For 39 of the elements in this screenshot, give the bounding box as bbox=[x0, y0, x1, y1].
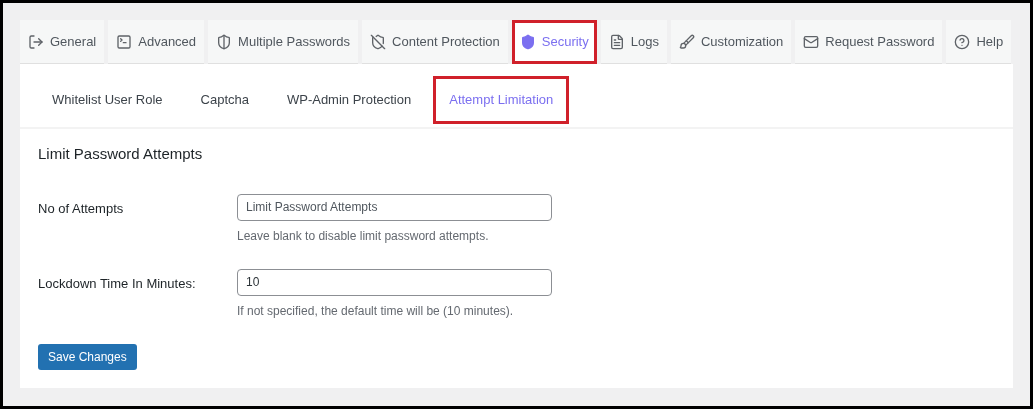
tab[interactable]: Multiple Passwords bbox=[208, 20, 359, 64]
tab-label: Content Protection bbox=[392, 32, 500, 51]
subtab[interactable]: Captcha bbox=[184, 76, 265, 124]
tab[interactable]: Help bbox=[946, 20, 1012, 64]
field-description: Leave blank to disable limit password attempts. bbox=[237, 227, 490, 245]
save-button[interactable]: Save Changes bbox=[38, 343, 137, 370]
subtab[interactable]: Whitelist User Role bbox=[36, 76, 179, 124]
shield-icon bbox=[216, 33, 233, 50]
tab-label: Logs bbox=[630, 32, 659, 51]
tab-label: Request Password bbox=[825, 32, 935, 51]
tab[interactable]: Advanced bbox=[108, 20, 205, 64]
shield-icon bbox=[519, 34, 536, 50]
document-icon bbox=[608, 33, 625, 50]
tab[interactable]: Logs bbox=[600, 20, 667, 64]
tab[interactable]: General bbox=[20, 20, 105, 64]
brush-icon bbox=[678, 33, 695, 50]
tab[interactable]: Customization bbox=[670, 20, 792, 64]
tab-label: General bbox=[50, 32, 97, 51]
tab-label: Customization bbox=[700, 32, 784, 51]
subtab[interactable]: WP-Admin Protection bbox=[270, 76, 428, 124]
tab-label: Multiple Passwords bbox=[238, 32, 351, 51]
tab[interactable]: Content Protection bbox=[362, 20, 508, 64]
exit-icon bbox=[28, 33, 44, 50]
tab-label: Advanced bbox=[138, 32, 197, 51]
tab-label: Security bbox=[541, 33, 589, 52]
shield-icon bbox=[370, 33, 387, 50]
input-field[interactable]: 10 bbox=[237, 268, 552, 296]
tab[interactable]: Request Password bbox=[795, 20, 943, 64]
terminal-icon bbox=[116, 33, 133, 50]
field-label: No of Attempts bbox=[38, 199, 125, 218]
subtab[interactable]: Attempt Limitation bbox=[433, 76, 570, 124]
tab[interactable]: Security bbox=[511, 20, 597, 64]
section-title: Limit Password Attempts bbox=[38, 144, 204, 164]
field-description: If not specified, the default time will be (10 minutes). bbox=[237, 302, 515, 320]
help-icon bbox=[954, 33, 971, 50]
envelope-icon bbox=[803, 33, 820, 50]
input-field[interactable]: Limit Password Attempts bbox=[237, 193, 552, 221]
tab-label: Help bbox=[976, 32, 1004, 51]
field-label: Lockdown Time In Minutes: bbox=[38, 274, 197, 293]
